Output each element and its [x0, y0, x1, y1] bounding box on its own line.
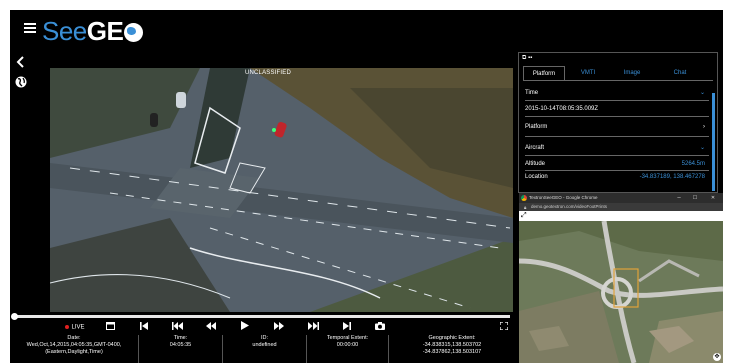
expand-icon[interactable]: ⤢: [521, 212, 529, 220]
skip-end-icon[interactable]: [341, 320, 353, 334]
date-label: Date:: [67, 335, 81, 341]
rewind-icon[interactable]: [205, 320, 217, 334]
fullscreen-icon[interactable]: [498, 320, 510, 334]
skip-start-icon[interactable]: [138, 320, 150, 334]
divider: [525, 136, 709, 137]
close-button[interactable]: ✕: [707, 193, 719, 203]
status-id: ID: undefined: [222, 335, 306, 363]
divider: [525, 100, 709, 101]
pin-icon[interactable]: ▪▪: [528, 55, 532, 61]
logo-globe-icon: [124, 23, 144, 42]
time-value-row: 2015-10-14T08:05:35.009Z: [525, 105, 709, 113]
chrome-icon: [521, 195, 527, 201]
playback-controls: LIVE: [10, 320, 515, 334]
url-text: demo.geotextron.com/videoFootPrints: [531, 204, 608, 209]
map-toolbar: ⤢: [519, 211, 723, 221]
logo: SeeGE: [42, 16, 144, 46]
panel-scrollbar[interactable]: [712, 93, 715, 191]
panel-tabs: Platform VMTI Image Chat: [523, 66, 713, 80]
tab-divider: [523, 80, 713, 81]
window-titlebar[interactable]: TextronSeeGEO - Google Chrome – ☐ ✕: [519, 193, 723, 203]
menu-icon[interactable]: [24, 23, 36, 33]
temporal-value: 00:00:00: [336, 342, 359, 348]
geo-value-2: -34.837862,138.503107: [422, 349, 482, 355]
header: SeeGE: [10, 10, 723, 52]
classification-label: UNCLASSIFIED: [244, 70, 292, 76]
date-value: Wed,Oct,14,2015,04:05:35,GMT-0400,: [26, 342, 122, 348]
location-row: Location -34.837189, 138.467278: [525, 173, 709, 181]
progress-thumb[interactable]: [11, 313, 18, 320]
minimize-button[interactable]: –: [673, 193, 685, 203]
logo-prefix: See: [42, 16, 87, 46]
status-time: Time: 04:05:35: [138, 335, 222, 363]
tab-image[interactable]: Image: [615, 66, 649, 80]
map-popup-window: TextronSeeGEO - Google Chrome – ☐ ✕ 🔒︎ d…: [519, 193, 723, 363]
camera-icon[interactable]: [374, 320, 386, 334]
chevron-down-icon: ⌄: [699, 145, 705, 151]
time-section-label: Time: [525, 90, 539, 96]
platform-section-header[interactable]: Platform ›: [525, 123, 709, 131]
panel-icons: ⧉ ▪▪: [522, 55, 532, 62]
divider: [525, 170, 709, 171]
status-bar: Date: Wed,Oct,14,2015,04:05:35,GMT-0400,…: [10, 335, 515, 363]
id-value: undefined: [252, 342, 277, 348]
altitude-label: Altitude: [525, 161, 546, 167]
caption-icon[interactable]: [104, 320, 116, 334]
metadata-panel: ⧉ ▪▪ Platform VMTI Image Chat Time ⌄ 201…: [518, 52, 718, 193]
altitude-value: 5264.5m: [681, 161, 705, 167]
divider: [525, 116, 709, 117]
geo-value: -34.838315,138.503702: [422, 342, 482, 348]
time-label: Time:: [173, 335, 188, 341]
divider: [525, 155, 709, 156]
geo-label: Geographic Extent:: [428, 335, 476, 341]
time-value: 04:05:35: [169, 342, 192, 348]
skip-forward-icon[interactable]: [306, 320, 320, 334]
maximize-button[interactable]: ☐: [689, 193, 701, 203]
platform-section-label: Platform: [525, 124, 548, 130]
chevron-right-icon: ›: [703, 124, 705, 130]
aircraft-section-label: Aircraft: [525, 145, 545, 151]
globe-icon[interactable]: [14, 76, 28, 90]
tab-vmti[interactable]: VMTI: [571, 66, 605, 80]
status-temporal: Temporal Extent: 00:00:00: [306, 335, 388, 363]
status-date: Date: Wed,Oct,14,2015,04:05:35,GMT-0400,…: [10, 335, 138, 363]
status-geo: Geographic Extent: -34.838315,138.503702…: [388, 335, 515, 363]
logo-bold: GE: [86, 16, 124, 46]
time-section-header[interactable]: Time ⌄: [525, 89, 709, 97]
altitude-row: Altitude 5264.5m: [525, 160, 709, 168]
live-label: LIVE: [71, 324, 85, 331]
fast-forward-icon[interactable]: [273, 320, 285, 334]
play-icon[interactable]: [239, 320, 251, 334]
id-label: ID:: [260, 335, 269, 341]
fast-rewind-icon[interactable]: [170, 320, 184, 334]
live-button[interactable]: LIVE: [60, 320, 90, 334]
temporal-label: Temporal Extent:: [326, 335, 369, 341]
chevron-down-icon: ⌄: [699, 90, 705, 96]
progress-bar[interactable]: [11, 313, 510, 320]
tab-platform[interactable]: Platform: [523, 66, 565, 80]
app-window: SeeGE UNCLASSIFIED LIVE Date: Wed,Oct,14…: [10, 10, 723, 363]
live-dot-icon: [65, 324, 70, 329]
location-label: Location: [525, 174, 548, 180]
time-value: 2015-10-14T08:05:35.009Z: [525, 106, 599, 112]
chevron-left-icon[interactable]: [14, 56, 28, 70]
aircraft-section-header[interactable]: Aircraft ⌄: [525, 144, 709, 152]
tab-chat[interactable]: Chat: [663, 66, 697, 80]
address-bar[interactable]: 🔒︎ demo.geotextron.com/videoFootPrints: [519, 203, 723, 211]
satellite-map[interactable]: [519, 221, 723, 363]
date-value-tz: (Eastern,Daylight,Time): [45, 349, 103, 355]
location-value: -34.837189, 138.467278: [639, 174, 705, 180]
popout-icon[interactable]: ⧉: [522, 55, 526, 61]
window-title: TextronSeeGEO - Google Chrome: [529, 195, 598, 200]
aerial-video-image: [50, 68, 513, 312]
map-control-icon[interactable]: ✥: [713, 353, 721, 361]
video-frame[interactable]: UNCLASSIFIED: [50, 68, 513, 312]
